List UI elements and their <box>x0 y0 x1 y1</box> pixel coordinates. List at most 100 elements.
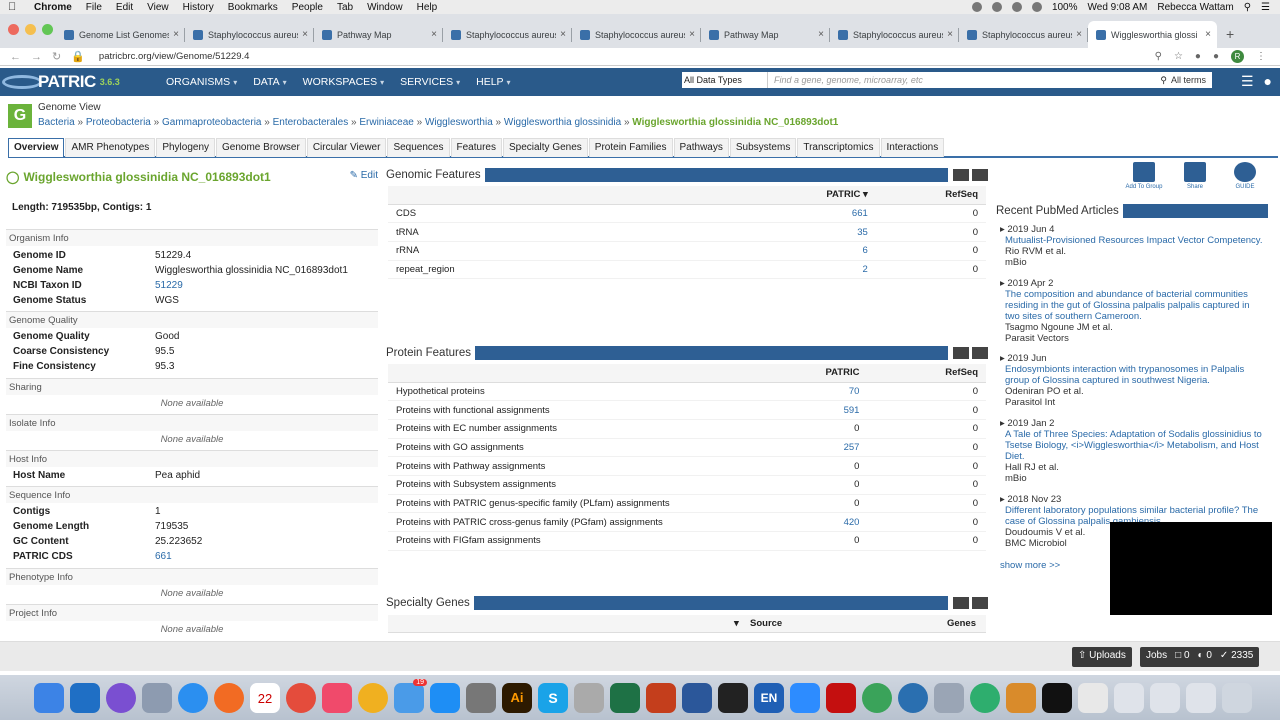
share-button[interactable]: Share <box>1175 162 1215 190</box>
tab-transcriptomics[interactable]: Transcriptomics <box>797 138 880 157</box>
document-icon[interactable] <box>1078 682 1108 713</box>
app-icon[interactable] <box>970 682 1000 713</box>
breadcrumb-item[interactable]: Gammaproteobacteria <box>162 117 262 128</box>
folder-icon[interactable] <box>1186 682 1216 713</box>
nav-workspaces[interactable]: WORKSPACES ▾ <box>303 76 385 88</box>
menu-view[interactable]: View <box>147 2 169 13</box>
browser-tab-active[interactable]: Wigglesworthia glossi × <box>1088 21 1217 48</box>
nav-data[interactable]: DATA ▾ <box>253 76 286 88</box>
section-host-info[interactable]: Host Info <box>6 450 378 467</box>
app-store-icon[interactable] <box>430 682 460 713</box>
data-type-select[interactable]: All Data Types <box>682 72 768 88</box>
col-patric[interactable]: PATRIC ▾ <box>746 186 876 205</box>
folder-icon[interactable] <box>1150 682 1180 713</box>
close-tab-icon[interactable]: × <box>560 29 566 40</box>
browser-tab[interactable]: Staphylococcus aureus × <box>959 21 1088 48</box>
minimize-window-icon[interactable] <box>25 24 36 35</box>
browser-tab[interactable]: Staphylococcus aureus × <box>185 21 314 48</box>
tab-overview[interactable]: Overview <box>8 138 65 157</box>
finder-icon[interactable] <box>34 682 64 713</box>
jobs-button[interactable]: Jobs □ 0 ◐ 0 ✓ 2335 <box>1140 647 1260 667</box>
acrobat-icon[interactable] <box>826 682 856 713</box>
excel-icon[interactable] <box>610 682 640 713</box>
status-icon[interactable] <box>971 2 982 12</box>
section-phenotype-info[interactable]: Phenotype Info <box>6 568 378 585</box>
close-tab-icon[interactable]: × <box>947 29 953 40</box>
table-view-icon[interactable] <box>972 347 988 359</box>
preview-icon[interactable] <box>934 682 964 713</box>
guide-button[interactable]: GUIDE <box>1225 162 1265 190</box>
powerpoint-icon[interactable] <box>646 682 676 713</box>
more-menu-icon[interactable]: ⋮ <box>1256 51 1266 62</box>
status-icon[interactable] <box>1011 2 1022 12</box>
tab-circular-viewer[interactable]: Circular Viewer <box>306 138 387 157</box>
breadcrumb-item[interactable]: Erwiniaceae <box>359 117 413 128</box>
chart-view-icon[interactable] <box>953 347 969 359</box>
search-input[interactable]: Find a gene, genome, microarray, etc <box>774 75 1160 85</box>
col-refseq[interactable]: RefSeq <box>867 364 986 383</box>
tab-phylogeny[interactable]: Phylogeny <box>156 138 216 157</box>
outlook-icon[interactable] <box>70 682 100 713</box>
breadcrumb-item[interactable]: Bacteria <box>38 117 75 128</box>
browser-tab[interactable]: Genome List Genomes × <box>56 21 185 48</box>
hamburger-menu-icon[interactable]: ☰ <box>1241 73 1254 90</box>
tab-subsystems[interactable]: Subsystems <box>729 138 797 157</box>
browser-tab[interactable]: Staphylococcus aureus × <box>572 21 701 48</box>
close-tab-icon[interactable]: × <box>173 29 179 40</box>
tab-features[interactable]: Features <box>450 138 502 157</box>
menu-edit[interactable]: Edit <box>116 2 133 13</box>
tab-specialty-genes[interactable]: Specialty Genes <box>502 138 588 157</box>
notification-icon[interactable]: ☰ <box>1261 2 1270 13</box>
edit-button[interactable]: ✎ Edit <box>350 170 378 181</box>
section-genome-quality[interactable]: Genome Quality <box>6 311 378 328</box>
table-view-icon[interactable] <box>972 169 988 181</box>
system-preferences-icon[interactable] <box>466 682 496 713</box>
nav-organisms[interactable]: ORGANISMS ▾ <box>166 76 237 88</box>
maximize-window-icon[interactable] <box>42 24 53 35</box>
menu-help[interactable]: Help <box>417 2 438 13</box>
chart-view-icon[interactable] <box>953 597 969 609</box>
menu-people[interactable]: People <box>292 2 323 13</box>
nav-help[interactable]: HELP ▾ <box>476 76 510 88</box>
user-icon[interactable]: ● <box>1264 73 1272 90</box>
table-view-icon[interactable] <box>972 597 988 609</box>
menu-app[interactable]: Chrome <box>34 2 72 13</box>
section-sharing[interactable]: Sharing <box>6 378 378 395</box>
nav-services[interactable]: SERVICES ▾ <box>400 76 460 88</box>
forward-icon[interactable]: → <box>31 51 42 63</box>
tab-genome-browser[interactable]: Genome Browser <box>216 138 306 157</box>
menu-history[interactable]: History <box>183 2 214 13</box>
browser-tab[interactable]: Staphylococcus aureus × <box>443 21 572 48</box>
patric-logo[interactable]: PATRIC 3.6.3 <box>2 72 132 92</box>
close-tab-icon[interactable]: × <box>302 29 308 40</box>
chrome-icon[interactable] <box>286 682 316 713</box>
music-icon[interactable] <box>322 682 352 713</box>
breadcrumb-item[interactable]: Wigglesworthia <box>425 117 493 128</box>
safari-icon[interactable] <box>178 682 208 713</box>
photos-icon[interactable] <box>358 682 388 713</box>
close-tab-icon[interactable]: × <box>818 29 824 40</box>
apple-icon[interactable]:  <box>8 1 20 13</box>
browser-tab[interactable]: Pathway Map × <box>314 21 443 48</box>
section-sequence-info[interactable]: Sequence Info <box>6 486 378 503</box>
back-icon[interactable]: ← <box>10 51 21 63</box>
extension-icon[interactable]: ● <box>1195 51 1201 62</box>
folder-icon[interactable] <box>1114 682 1144 713</box>
close-tab-icon[interactable]: × <box>431 29 437 40</box>
breadcrumb-item[interactable]: Wigglesworthia glossinidia <box>504 117 621 128</box>
menu-window[interactable]: Window <box>367 2 403 13</box>
browser-tab[interactable]: Staphylococcus aureus × <box>830 21 959 48</box>
onepassword-icon[interactable] <box>898 682 928 713</box>
section-organism-info[interactable]: Organism Info <box>6 229 378 246</box>
input-source-icon[interactable]: EN <box>754 682 784 713</box>
network-icon[interactable] <box>862 682 892 713</box>
tab-pathways[interactable]: Pathways <box>673 138 729 157</box>
section-project-info[interactable]: Project Info <box>6 604 378 621</box>
menu-tab[interactable]: Tab <box>337 2 353 13</box>
search-terms-select[interactable]: All terms <box>1171 75 1212 85</box>
section-isolate-info[interactable]: Isolate Info <box>6 414 378 431</box>
skype-icon[interactable]: S <box>538 682 568 713</box>
avatar[interactable]: R <box>1231 50 1244 63</box>
close-window-icon[interactable] <box>8 24 19 35</box>
zoom-icon[interactable]: ⚲ <box>1155 51 1162 62</box>
